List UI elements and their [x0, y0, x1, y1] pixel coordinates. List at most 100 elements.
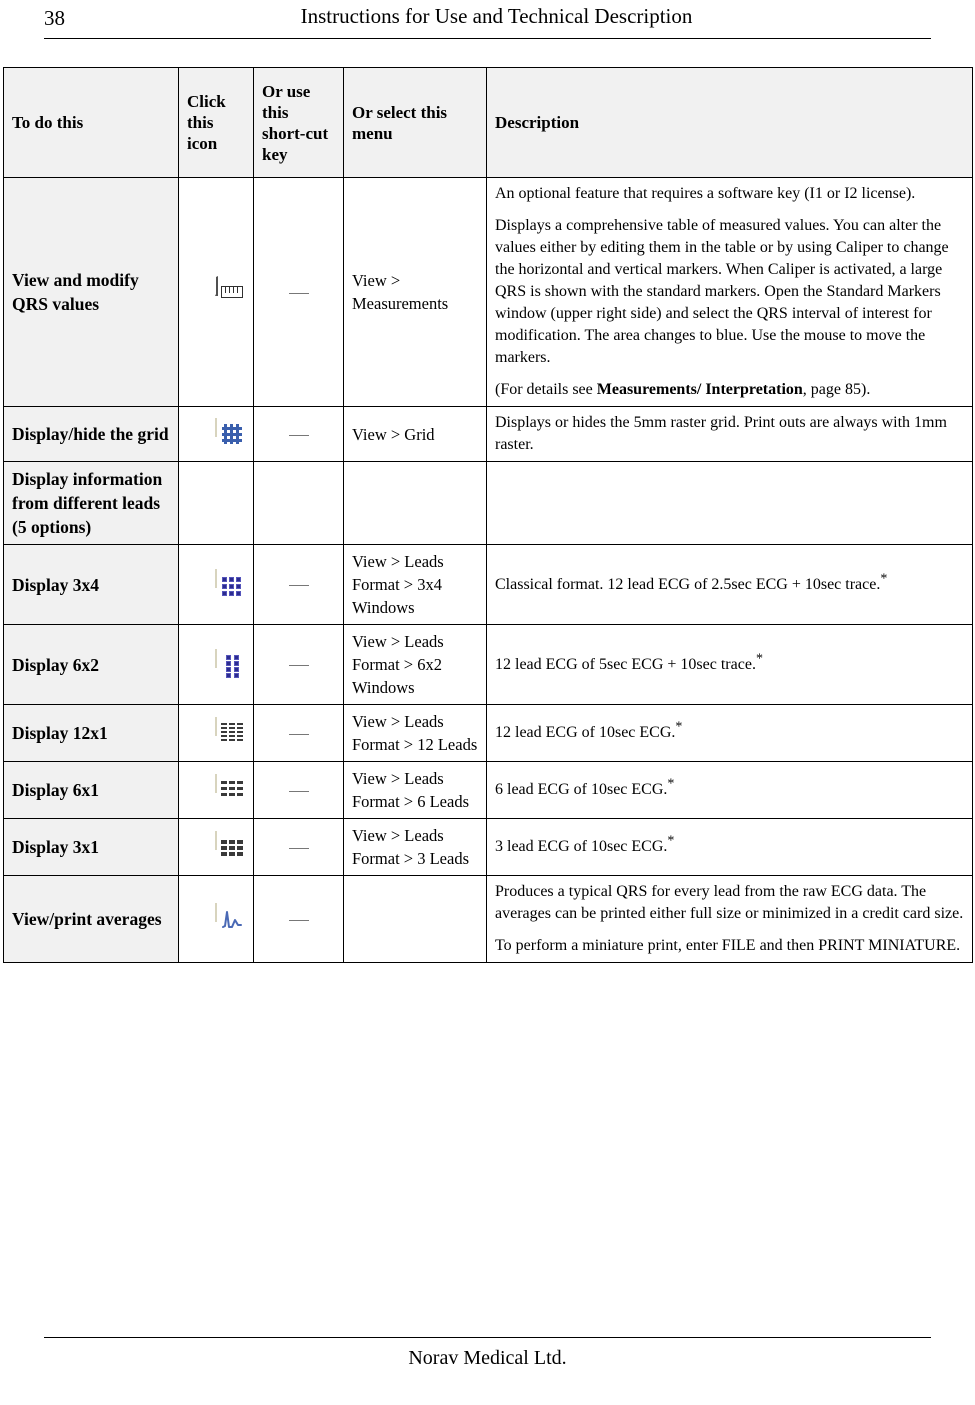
footer-divider: [44, 1337, 931, 1338]
no-shortcut-dash: [288, 733, 309, 735]
shortcut-cell: [253, 704, 344, 762]
table-row: Display information from different leads…: [3, 461, 973, 545]
description-paragraph: 3 lead ECG of 10sec ECG.*: [495, 833, 964, 858]
description-paragraph: Produces a typical QRS for every lead fr…: [495, 883, 964, 922]
icon-cell: [178, 544, 254, 625]
description-text: 12 lead ECG of 5sec ECG + 10sec trace.: [495, 655, 756, 673]
menu-path-12x1: View > Leads Format > 12 Leads: [343, 704, 487, 762]
description-paragraph: 12 lead ECG of 5sec ECG + 10sec trace.*: [495, 652, 964, 676]
icon-cell: [178, 761, 254, 819]
description-paragraph: An optional feature that requires a soft…: [495, 185, 916, 202]
icon-cell: [178, 875, 254, 963]
description-reference: (For details see Measurements/ Interpret…: [495, 379, 964, 401]
description-paragraph: 6 lead ECG of 10sec ECG.*: [495, 777, 964, 801]
column-header-todo: To do this: [3, 67, 179, 178]
shortcut-cell-empty: [253, 461, 344, 545]
row-label-display-6x1: Display 6x1: [3, 761, 179, 819]
icon-cell: [178, 818, 254, 876]
row-label-print-averages: View/print averages: [3, 875, 179, 963]
page-title: Instructions for Use and Technical Descr…: [300, 4, 693, 28]
row-label-display-3x1: Display 3x1: [3, 818, 179, 876]
shortcut-cell: [253, 875, 344, 963]
row-label-leads-group: Display information from different leads…: [3, 461, 179, 545]
shortcut-cell: [253, 624, 344, 705]
description-text: 3 lead ECG of 10sec ECG.: [495, 838, 668, 855]
reference-section-name: Measurements/ Interpretation: [596, 381, 803, 398]
table-row: Display 3x4 View > Leads Format > 3x4 Wi…: [3, 544, 973, 625]
menu-path-measurements: View > Measurements: [343, 177, 487, 407]
footnote-marker: *: [675, 719, 683, 735]
table-body: View and modify QRS values View > Measur…: [3, 177, 973, 963]
layout-12x1-icon[interactable]: [200, 717, 243, 748]
shortcut-cell: [253, 818, 344, 876]
description-cell: Classical format. 12 lead ECG of 2.5sec …: [486, 544, 973, 625]
description-cell: 6 lead ECG of 10sec ECG.*: [486, 761, 973, 819]
menu-path-3x4: View > Leads Format > 3x4 Windows: [343, 544, 487, 625]
icon-cell: [178, 406, 254, 462]
column-header-icon: Click this icon: [178, 67, 254, 178]
description-text: Classical format. 12 lead ECG of 2.5sec …: [495, 575, 881, 593]
row-label-display-12x1: Display 12x1: [3, 704, 179, 762]
row-label-qrs-values: View and modify QRS values: [3, 177, 179, 407]
page-header: 38 Instructions for Use and Technical De…: [0, 0, 975, 48]
description-cell: Displays or hides the 5mm raster grid. P…: [486, 406, 973, 462]
description-text: 12 lead ECG of 10sec ECG.: [495, 724, 676, 741]
menu-path-grid: View > Grid: [343, 406, 487, 462]
no-shortcut-dash: [288, 790, 309, 792]
no-shortcut-dash: [288, 919, 309, 921]
menu-cell-empty: [343, 461, 487, 545]
footnote-marker: *: [667, 833, 675, 849]
no-shortcut-dash: [288, 434, 309, 436]
table-row: View and modify QRS values View > Measur…: [3, 177, 973, 407]
table-header: To do this Click this icon Or use this s…: [3, 67, 973, 178]
description-cell: 12 lead ECG of 5sec ECG + 10sec trace.*: [486, 624, 973, 705]
description-paragraph: To perform a miniature print, enter FILE…: [495, 937, 961, 954]
ecg-average-icon[interactable]: [200, 903, 242, 934]
column-header-menu: Or select this menu: [343, 67, 487, 178]
layout-3x1-icon[interactable]: [200, 831, 243, 862]
description-cell: Produces a typical QRS for every lead fr…: [486, 875, 973, 963]
icon-cell-empty: [178, 461, 254, 545]
icon-cell: [178, 704, 254, 762]
no-shortcut-dash: [288, 847, 309, 849]
shortcut-cell: [253, 177, 344, 407]
table-row: Display 6x2 View > Leads Format > 6x2 Wi…: [3, 624, 973, 705]
description-paragraph: Displays a comprehensive table of measur…: [495, 217, 949, 366]
reference-table-container: To do this Click this icon Or use this s…: [3, 67, 973, 963]
description-cell: 12 lead ECG of 10sec ECG.*: [486, 704, 973, 762]
reference-suffix: , page 85).: [802, 381, 871, 398]
menu-path-6x1: View > Leads Format > 6 Leads: [343, 761, 487, 819]
layout-6x2-icon[interactable]: [200, 648, 239, 680]
shortcut-cell: [253, 761, 344, 819]
column-header-description: Description: [486, 67, 973, 178]
ruler-icon[interactable]: [200, 276, 243, 307]
grid-icon[interactable]: [200, 418, 242, 449]
description-text: 6 lead ECG of 10sec ECG.: [495, 781, 668, 798]
description-paragraph: Classical format. 12 lead ECG of 2.5sec …: [495, 571, 964, 596]
table-row: View/print averages Produces a typical Q…: [3, 875, 973, 963]
table-row: Display 12x1 View > Leads Format > 12 Le…: [3, 704, 973, 762]
table-row: Display 3x1 View > Leads Format > 3 Lead…: [3, 818, 973, 876]
layout-6x1-icon[interactable]: [200, 774, 243, 805]
shortcut-reference-table: To do this Click this icon Or use this s…: [3, 67, 973, 963]
table-header-row: To do this Click this icon Or use this s…: [3, 67, 973, 178]
shortcut-cell: [253, 544, 344, 625]
footer-company-name: Norav Medical Ltd.: [408, 1347, 567, 1369]
description-cell: An optional feature that requires a soft…: [486, 177, 973, 407]
table-row: Display/hide the grid View > Grid Displa…: [3, 406, 973, 462]
row-label-grid: Display/hide the grid: [3, 406, 179, 462]
table-row: Display 6x1 View > Leads Format > 6 Lead…: [3, 761, 973, 819]
layout-3x4-icon[interactable]: [200, 568, 241, 600]
description-paragraph: 12 lead ECG of 10sec ECG.*: [495, 719, 964, 744]
header-divider: [44, 38, 931, 39]
menu-cell-empty: [343, 875, 487, 963]
description-paragraph: Displays or hides the 5mm raster grid. P…: [495, 414, 947, 453]
icon-cell: [178, 624, 254, 705]
shortcut-cell: [253, 406, 344, 462]
menu-path-6x2: View > Leads Format > 6x2 Windows: [343, 624, 487, 705]
qrs-waveform-glyph: [222, 911, 242, 928]
no-shortcut-dash: [288, 585, 309, 587]
description-cell: 3 lead ECG of 10sec ECG.*: [486, 818, 973, 876]
footnote-marker: *: [880, 571, 888, 587]
no-shortcut-dash: [288, 665, 309, 667]
